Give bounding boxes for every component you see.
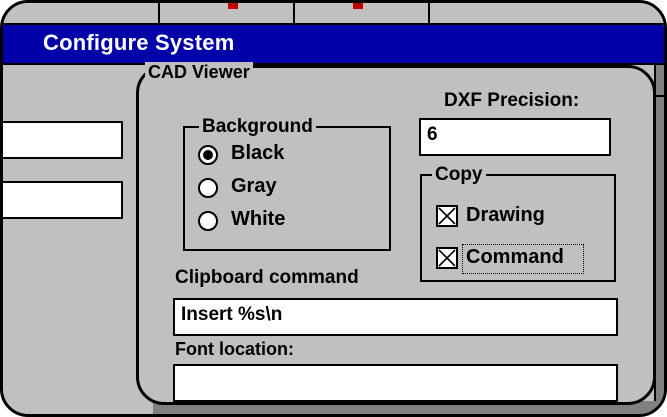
divider	[158, 3, 160, 23]
radio-gray-button[interactable]	[198, 178, 218, 198]
copy-group-label: Copy	[432, 164, 486, 186]
clipboard-command-input[interactable]: Insert %s\n	[173, 298, 618, 336]
background-group-label: Background	[199, 116, 316, 138]
divider	[656, 95, 664, 97]
radio-black-button[interactable]	[198, 145, 218, 165]
check-x-icon	[438, 207, 456, 225]
background-text-field	[3, 181, 123, 219]
red-marker	[353, 3, 363, 9]
checkbox-drawing-label[interactable]: Drawing	[466, 204, 545, 227]
checkbox-command-label[interactable]: Command	[466, 246, 564, 269]
cad-viewer-group: CAD Viewer Background Black Gray White D…	[136, 62, 656, 405]
radio-white-label[interactable]: White	[231, 208, 285, 231]
copy-group: Copy Drawing Command	[420, 164, 616, 282]
checkbox-drawing-box[interactable]	[436, 205, 458, 227]
window-title: Configure System	[43, 30, 235, 55]
font-location-input[interactable]	[173, 364, 618, 402]
dxf-precision-label: DXF Precision:	[444, 90, 580, 111]
cad-viewer-label: CAD Viewer	[145, 62, 253, 83]
dxf-precision-input[interactable]: 6	[419, 118, 611, 156]
configure-system-window: Configure System CAD Viewer Background B…	[0, 0, 667, 417]
background-group: Background Black Gray White	[183, 116, 391, 251]
radio-selected-dot	[203, 150, 213, 160]
divider	[428, 3, 430, 23]
clipboard-command-label: Clipboard command	[175, 267, 359, 288]
font-location-label: Font location:	[175, 339, 294, 359]
background-window-strip	[3, 3, 664, 25]
background-text-field	[3, 121, 123, 159]
radio-white-button[interactable]	[198, 211, 218, 231]
red-marker	[228, 3, 238, 9]
check-x-icon	[438, 249, 456, 267]
radio-gray-label[interactable]: Gray	[231, 175, 277, 198]
divider	[293, 3, 295, 23]
radio-black-label[interactable]: Black	[231, 142, 284, 165]
checkbox-command-box[interactable]	[436, 247, 458, 269]
title-bar[interactable]: Configure System	[3, 25, 664, 65]
